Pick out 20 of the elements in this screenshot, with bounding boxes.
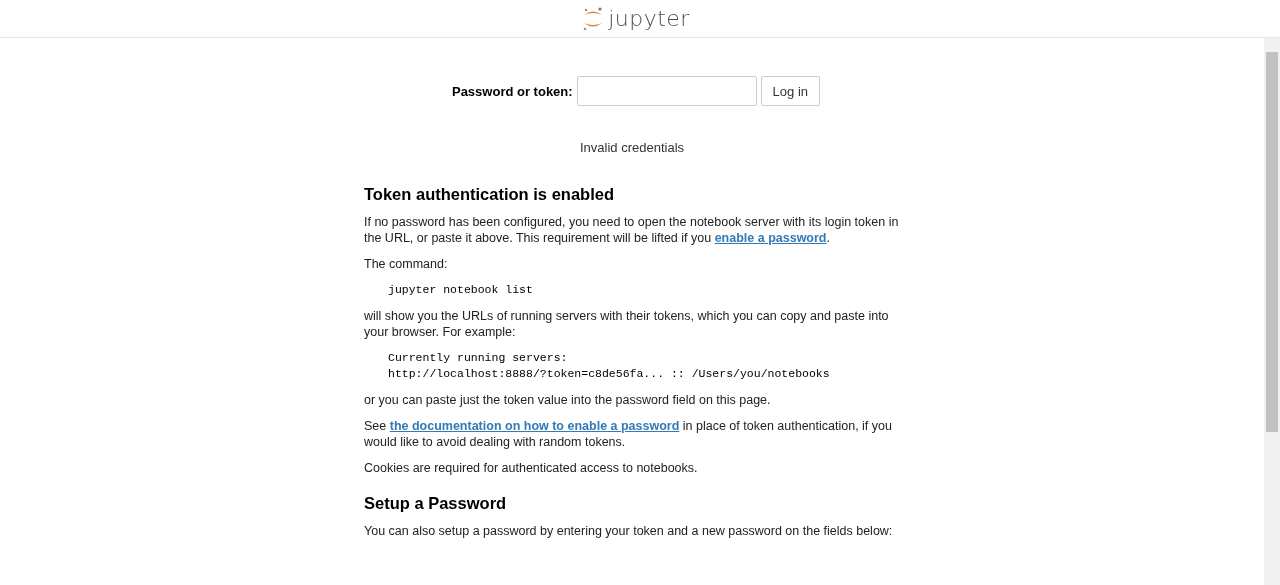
paragraph: See the documentation on how to enable a password in place of token authentication, if you would like to avoid dealing with random tokens. <box>364 418 893 450</box>
field-label: Password or token: <box>451 83 573 99</box>
paragraph: If no password has been configured, you need to open the notebook server with its login token in the URL, or paste it above. This requirement will be lifted if you enable a password. <box>364 214 900 246</box>
scrollbar[interactable] <box>1264 38 1280 585</box>
error-message: Invalid credentials <box>579 140 685 155</box>
section-heading: Setup a Password <box>364 494 508 513</box>
paragraph: or you can paste just the token value into the password field on this page. <box>364 392 772 408</box>
login-button[interactable]: Log in <box>760 76 821 106</box>
paragraph: will show you the URLs of running servers with their tokens, which you can copy and paste into your browser. For example: <box>364 308 890 340</box>
logo-text: jupyter <box>608 6 690 31</box>
link[interactable]: the documentation on how to enable a password <box>389 419 680 433</box>
code-line: http://localhost:8888/?token=c8de56fa... :: /Users/you/notebooks <box>388 366 831 382</box>
paragraph: The command: <box>364 256 449 272</box>
link[interactable]: enable a password <box>714 231 827 245</box>
code-line: Currently running servers: <box>388 350 569 366</box>
paragraph: You can also setup a password by entering your token and a new password on the fields below: <box>364 523 894 539</box>
paragraph: Cookies are required for authenticated access to notebooks. <box>364 460 699 476</box>
password-field[interactable] <box>576 76 757 106</box>
code-line: jupyter notebook list <box>388 282 534 298</box>
section-heading: Token authentication is enabled <box>364 185 615 204</box>
